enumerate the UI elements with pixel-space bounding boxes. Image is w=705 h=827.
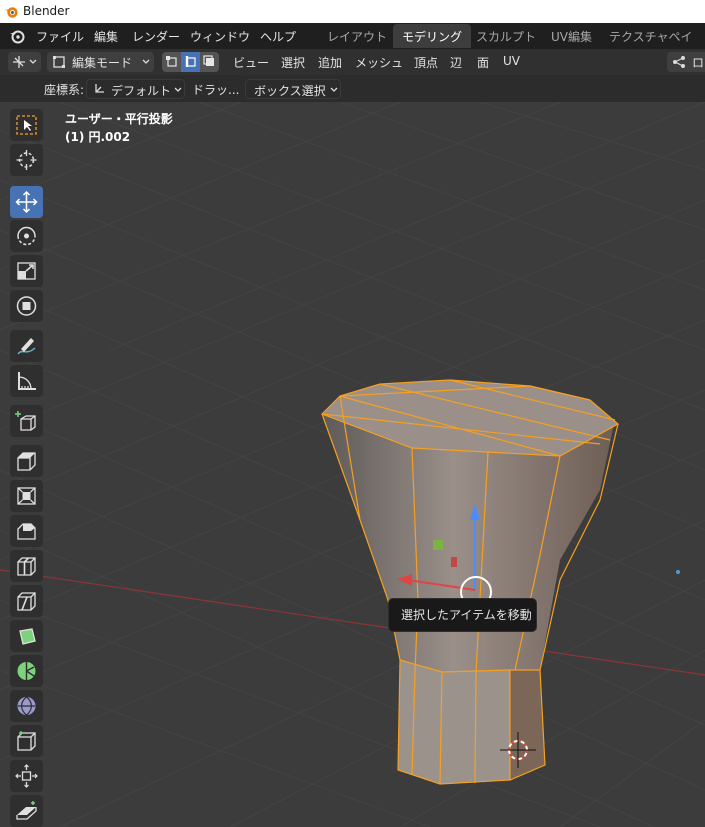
annotate-icon	[17, 338, 36, 355]
menu-uv[interactable]: UV	[503, 54, 520, 68]
truncated-label: ロ	[692, 56, 705, 70]
smooth-icon	[17, 696, 36, 716]
edge-select-mode-button[interactable]	[181, 52, 200, 72]
window-title: Blender	[23, 4, 70, 18]
loop-cut-icon	[17, 557, 36, 576]
edge-slide-tool[interactable]	[10, 725, 43, 757]
orientation-label: 座標系:	[44, 83, 85, 97]
shear-tool[interactable]	[10, 795, 43, 827]
spin-icon	[17, 662, 36, 680]
edit-mode-icon	[53, 56, 65, 68]
add-cube-icon	[15, 411, 36, 431]
cursor-tool[interactable]	[10, 144, 43, 176]
mode-selector[interactable]: 編集モード	[47, 52, 154, 72]
poly-build-tool[interactable]	[10, 620, 43, 652]
tool-settings-bar: 座標系: デフォルト ドラッ... ボックス選択	[0, 75, 705, 102]
inset-faces-icon	[17, 487, 36, 505]
rotate-icon	[17, 226, 36, 246]
knife-icon	[17, 592, 36, 611]
menu-face[interactable]: 面	[477, 54, 489, 71]
blender-menu-icon[interactable]	[9, 28, 25, 44]
vertex-select-icon	[166, 56, 177, 67]
viewport-scene[interactable]	[0, 102, 705, 827]
transform-icon	[16, 296, 37, 316]
move-tool-tooltip: 選択したアイテムを移動	[388, 598, 537, 632]
tool-shelf	[6, 102, 50, 827]
bevel-tool[interactable]	[10, 515, 43, 547]
menu-vertex[interactable]: 頂点	[414, 54, 438, 71]
transform-pivot-button[interactable]	[8, 52, 41, 72]
scale-tool[interactable]	[10, 255, 43, 287]
view-name: ユーザー・平行投影	[65, 112, 173, 126]
edge-slide-icon	[17, 731, 36, 751]
pivot-icon	[13, 56, 25, 68]
chevron-down-icon	[142, 59, 150, 64]
menu-help[interactable]: ヘルプ	[260, 28, 296, 45]
3d-viewport[interactable]: ユーザー・平行投影 (1) 円.002	[0, 102, 705, 827]
face-select-icon	[203, 55, 214, 66]
drag-value: ボックス選択	[254, 84, 326, 98]
chevron-down-icon	[330, 87, 338, 92]
top-menubar: ファイル 編集 レンダー ウィンドウ ヘルプ レイアウト モデリング スカルプト…	[0, 23, 705, 70]
tab-uv-editing[interactable]: UV編集	[542, 24, 601, 48]
shear-icon	[16, 801, 37, 820]
mode-label: 編集モード	[72, 56, 133, 70]
mirror-options-button[interactable]: ロ	[667, 52, 705, 72]
bevel-icon	[17, 523, 36, 540]
drag-dropdown[interactable]: ボックス選択	[245, 79, 341, 99]
cursor-icon	[16, 150, 37, 170]
measure-icon	[18, 372, 36, 390]
chevron-down-icon	[29, 59, 37, 64]
menu-mesh[interactable]: メッシュ	[355, 54, 403, 71]
move-tool[interactable]	[10, 186, 43, 218]
menu-edge[interactable]: 辺	[450, 54, 462, 71]
menu-view[interactable]: ビュー	[233, 54, 269, 71]
tab-sculpt[interactable]: スカルプト	[467, 24, 545, 48]
extrude-icon	[17, 452, 36, 471]
select-box-tool[interactable]	[10, 109, 43, 141]
menu-select[interactable]: 選択	[281, 54, 305, 71]
measure-tool[interactable]	[10, 365, 43, 397]
scale-icon	[17, 262, 36, 280]
face-select-mode-button[interactable]	[200, 52, 219, 72]
knife-tool[interactable]	[10, 585, 43, 617]
annotate-tool[interactable]	[10, 330, 43, 362]
menu-add[interactable]: 追加	[318, 54, 342, 71]
orientation-value: デフォルト	[111, 84, 172, 98]
vertex-select-mode-button[interactable]	[162, 52, 181, 72]
move-icon	[15, 190, 38, 214]
blender-logo-icon	[4, 7, 18, 18]
tab-modeling[interactable]: モデリング	[393, 24, 472, 48]
smooth-tool[interactable]	[10, 690, 43, 722]
drag-label: ドラッ...	[192, 83, 240, 97]
spin-tool[interactable]	[10, 655, 43, 687]
rotate-tool[interactable]	[10, 220, 43, 252]
shrink-fatten-icon	[15, 764, 38, 788]
menu-render[interactable]: レンダー	[132, 28, 180, 45]
orientation-dropdown[interactable]: デフォルト	[86, 79, 185, 99]
poly-build-icon	[19, 628, 36, 645]
window-titlebar: Blender	[0, 0, 705, 23]
menu-file[interactable]: ファイル	[36, 28, 84, 45]
connect-icon	[673, 56, 685, 68]
transform-tool[interactable]	[10, 290, 43, 322]
orientation-icon	[95, 84, 104, 93]
edge-select-icon	[185, 56, 196, 67]
loop-cut-tool[interactable]	[10, 550, 43, 582]
select-box-icon	[16, 115, 37, 135]
chevron-down-icon	[174, 87, 182, 92]
menu-window[interactable]: ウィンドウ	[190, 28, 250, 45]
inset-faces-tool[interactable]	[10, 480, 43, 512]
menu-edit[interactable]: 編集	[94, 28, 118, 45]
add-cube-tool[interactable]	[10, 405, 43, 437]
viewport-header: 編集モード ビュー 選択 追加 メッシュ 頂点 辺 面 UV ロ	[0, 49, 705, 75]
object-name: (1) 円.002	[65, 130, 131, 144]
tab-texture-paint[interactable]: テクスチャペイント	[600, 24, 705, 70]
extrude-tool[interactable]	[10, 445, 43, 477]
light-point	[676, 570, 680, 574]
tab-layout[interactable]: レイアウト	[318, 24, 396, 48]
shrink-fatten-tool[interactable]	[10, 760, 43, 792]
